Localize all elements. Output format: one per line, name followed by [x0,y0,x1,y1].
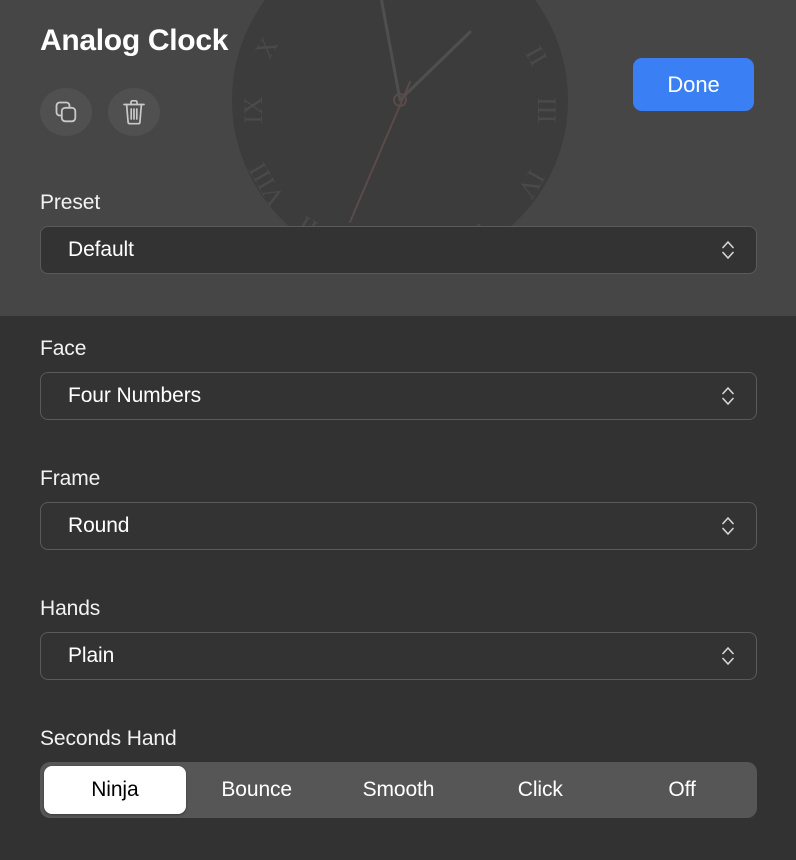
frame-label: Frame [40,467,101,490]
hands-field-group: Hands Plain [40,596,757,680]
face-select-value: Four Numbers [68,384,202,407]
seconds-hand-label: Seconds Hand [40,727,177,750]
page-title: Analog Clock [40,24,229,57]
delete-button[interactable] [108,88,160,136]
face-select[interactable]: Four Numbers [40,372,757,420]
header-content: Analog Clock Done Preset Default [0,0,796,316]
preset-label: Preset [40,191,101,214]
chevron-up-down-icon [720,643,736,669]
segment-smooth[interactable]: Smooth [328,766,470,814]
chevron-up-down-icon [720,513,736,539]
preset-select-value: Default [68,238,134,261]
settings-panel: XII I II III IV V VI VII VIII IX X XI An… [0,0,796,860]
hands-label: Hands [40,597,101,620]
preset-select[interactable]: Default [40,226,757,274]
frame-select-value: Round [68,514,130,537]
segment-ninja[interactable]: Ninja [44,766,186,814]
duplicate-button[interactable] [40,88,92,136]
hands-select[interactable]: Plain [40,632,757,680]
body-band: Face Four Numbers Frame Round Hands Plai… [0,316,796,860]
segment-off[interactable]: Off [611,766,753,814]
frame-select[interactable]: Round [40,502,757,550]
header-band: XII I II III IV V VI VII VIII IX X XI An… [0,0,796,316]
chevron-up-down-icon [720,237,736,263]
chevron-up-down-icon [720,383,736,409]
seconds-hand-segmented-control[interactable]: Ninja Bounce Smooth Click Off [40,762,757,818]
segment-click[interactable]: Click [469,766,611,814]
frame-field-group: Frame Round [40,466,757,550]
done-button[interactable]: Done [633,58,754,111]
header-action-buttons [40,88,160,136]
face-field-group: Face Four Numbers [40,336,757,420]
preset-field-group: Preset Default [40,190,757,274]
duplicate-icon [53,99,79,125]
seconds-hand-field-group: Seconds Hand Ninja Bounce Smooth Click O… [40,726,757,818]
face-label: Face [40,337,87,360]
segment-bounce[interactable]: Bounce [186,766,328,814]
hands-select-value: Plain [68,644,115,667]
trash-icon [121,98,147,126]
